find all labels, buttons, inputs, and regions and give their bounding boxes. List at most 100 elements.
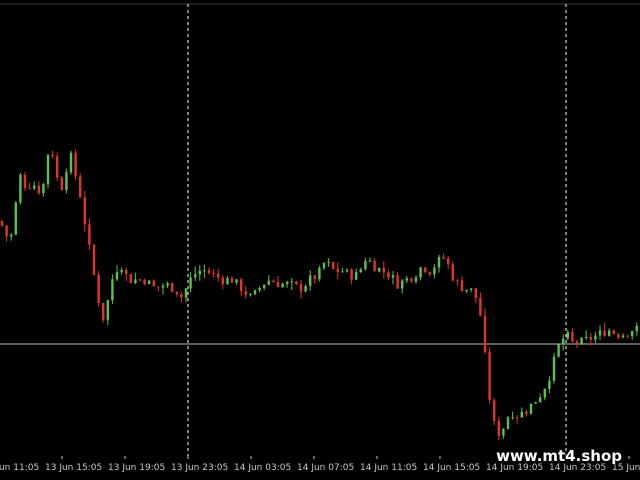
candle-body [175, 291, 178, 295]
candle-body [557, 344, 560, 357]
candle-body [212, 272, 215, 274]
candle-body [493, 400, 496, 421]
candle-body [580, 337, 583, 345]
candle-body [534, 401, 537, 404]
candle-78 [359, 267, 362, 274]
candle-22 [102, 302, 105, 323]
candle-body [286, 281, 289, 284]
candle-85 [391, 270, 395, 285]
candle-body [355, 272, 358, 280]
candle-100 [460, 276, 464, 292]
candle-133 [612, 329, 615, 335]
candle-body [520, 411, 523, 418]
candle-body [198, 270, 201, 275]
candle-body [631, 331, 634, 337]
candle-104 [479, 292, 482, 317]
candle-body [180, 294, 183, 298]
candle-body [483, 315, 487, 352]
candle-25 [115, 265, 119, 282]
candle-layer [0, 149, 638, 441]
candle-14 [65, 168, 68, 194]
candle-body [134, 279, 137, 284]
candle-body [194, 274, 197, 278]
candle-7 [33, 181, 36, 191]
candle-0 [0, 220, 4, 228]
candle-8 [37, 181, 40, 196]
candle-body [28, 188, 31, 190]
candle-body [33, 185, 36, 189]
candle-67 [309, 270, 312, 291]
candle-body [589, 336, 592, 340]
candle-body [410, 278, 413, 282]
candle-body [69, 152, 73, 173]
candle-41 [189, 272, 192, 293]
candle-101 [465, 289, 468, 294]
candle-body [322, 263, 326, 268]
candle-97 [447, 255, 450, 269]
candle-body [79, 176, 82, 198]
grid-layer [0, 3, 640, 456]
candle-125 [575, 339, 579, 349]
candle-body [60, 177, 63, 191]
candle-132 [608, 328, 611, 337]
candle-body [465, 289, 468, 292]
candle-body [37, 185, 40, 193]
candle-body [217, 273, 220, 278]
candle-88 [405, 275, 408, 284]
candle-10 [46, 154, 50, 189]
candle-30 [138, 278, 142, 282]
candle-body [635, 326, 638, 332]
candle-body [83, 197, 86, 225]
candle-1 [5, 225, 8, 242]
candle-39 [180, 291, 183, 303]
candle-16 [74, 149, 77, 181]
candle-body [529, 403, 533, 414]
candle-131 [603, 322, 606, 337]
candle-62 [286, 280, 289, 288]
candle-99 [456, 278, 459, 286]
candle-body [290, 281, 293, 283]
candle-15 [69, 150, 73, 175]
candle-79 [364, 257, 367, 271]
candle-53 [244, 286, 247, 299]
candle-37 [171, 282, 174, 293]
candle-52 [240, 277, 243, 297]
candle-body [621, 335, 625, 338]
candle-body [23, 174, 27, 189]
x-tick-label-6: 14 Jun 11:05 [360, 463, 417, 473]
candle-body [437, 257, 441, 268]
candle-29 [134, 272, 137, 285]
candle-56 [258, 286, 261, 293]
candle-body [428, 272, 431, 275]
candle-123 [566, 330, 569, 341]
candle-body [345, 269, 349, 272]
candle-body [378, 267, 381, 272]
candle-12 [56, 152, 59, 182]
candle-27 [125, 268, 128, 281]
candle-17 [79, 173, 82, 198]
candle-75 [345, 268, 349, 273]
candle-body [92, 244, 96, 275]
candle-body [506, 417, 510, 429]
candle-body [598, 330, 602, 336]
candle-body [456, 280, 459, 282]
candle-body [129, 274, 132, 284]
candle-body [368, 260, 372, 262]
candle-body [543, 388, 546, 398]
candle-body [562, 338, 565, 345]
candle-49 [226, 275, 229, 285]
candle-68 [313, 274, 316, 284]
candle-body [447, 258, 450, 265]
candle-body [414, 277, 418, 282]
candle-120 [552, 352, 556, 384]
price-chart: 13 Jun 11:05 13 Jun 15:05 13 Jun 19:05 13 J… [0, 0, 640, 480]
candle-83 [382, 261, 385, 279]
candle-71 [327, 258, 330, 267]
candle-24 [111, 274, 114, 305]
candle-43 [198, 265, 201, 281]
candle-body [359, 269, 362, 273]
candle-body [626, 335, 629, 337]
candle-body [46, 154, 50, 184]
candle-127 [585, 330, 588, 340]
candle-93 [428, 271, 431, 277]
